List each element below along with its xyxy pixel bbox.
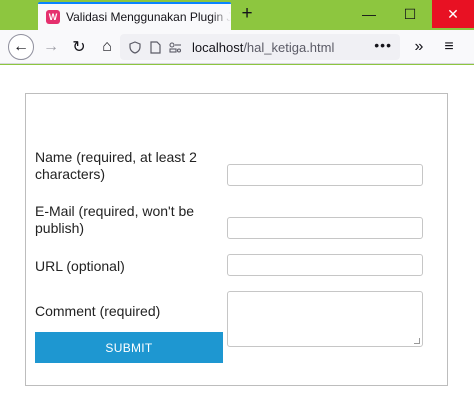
url-bar[interactable]: localhost/hal_ketiga.html •••	[120, 34, 400, 60]
reload-button[interactable]: ↻	[66, 34, 92, 60]
shield-icon[interactable]	[128, 40, 142, 54]
page-actions-menu[interactable]: •••	[374, 37, 392, 53]
browser-window: W Validasi Menggunakan Plugin J + — ☐ ✕ …	[0, 0, 474, 408]
tab-title-fade	[211, 4, 231, 30]
email-label: E-Mail (required, won't be publish)	[35, 203, 195, 236]
email-input[interactable]	[227, 217, 423, 239]
close-window-button[interactable]: ✕	[432, 0, 474, 28]
comment-textarea[interactable]	[227, 291, 423, 347]
comment-label: Comment (required)	[35, 303, 161, 319]
forward-button[interactable]: →	[38, 34, 64, 60]
minimize-button[interactable]: —	[350, 0, 388, 28]
hamburger-menu-icon[interactable]: ≡	[436, 34, 462, 60]
new-tab-button[interactable]: +	[236, 4, 258, 26]
submit-button[interactable]: SUBMIT	[35, 332, 223, 363]
tab-title: Validasi Menggunakan Plugin J	[66, 10, 231, 24]
maximize-button[interactable]: ☐	[391, 0, 429, 28]
url-label: URL (optional)	[35, 258, 125, 274]
url-host: localhost	[192, 39, 244, 55]
overflow-button[interactable]: »	[406, 34, 432, 60]
active-tab[interactable]: W Validasi Menggunakan Plugin J	[38, 2, 231, 30]
permissions-icon[interactable]	[168, 40, 182, 54]
url-path: /hal_ketiga.html	[243, 39, 335, 55]
url-input[interactable]	[227, 254, 423, 276]
comment-form: Name (required, at least 2 characters) E…	[25, 93, 448, 386]
tab-strip: W Validasi Menggunakan Plugin J + — ☐ ✕	[0, 0, 474, 30]
page-icon	[148, 40, 162, 54]
url-text: localhost/hal_ketiga.html	[192, 40, 334, 55]
resize-handle-icon[interactable]	[414, 338, 420, 344]
back-button[interactable]: ←	[8, 34, 34, 60]
name-input[interactable]	[227, 164, 423, 186]
tab-favicon-icon: W	[46, 10, 60, 24]
navigation-toolbar: ← → ↻ ⌂ localhost/hal_ketiga.html ••• » …	[0, 30, 474, 64]
page-content: Name (required, at least 2 characters) E…	[0, 65, 474, 408]
home-button[interactable]: ⌂	[94, 34, 120, 60]
name-label: Name (required, at least 2 characters)	[35, 149, 197, 182]
